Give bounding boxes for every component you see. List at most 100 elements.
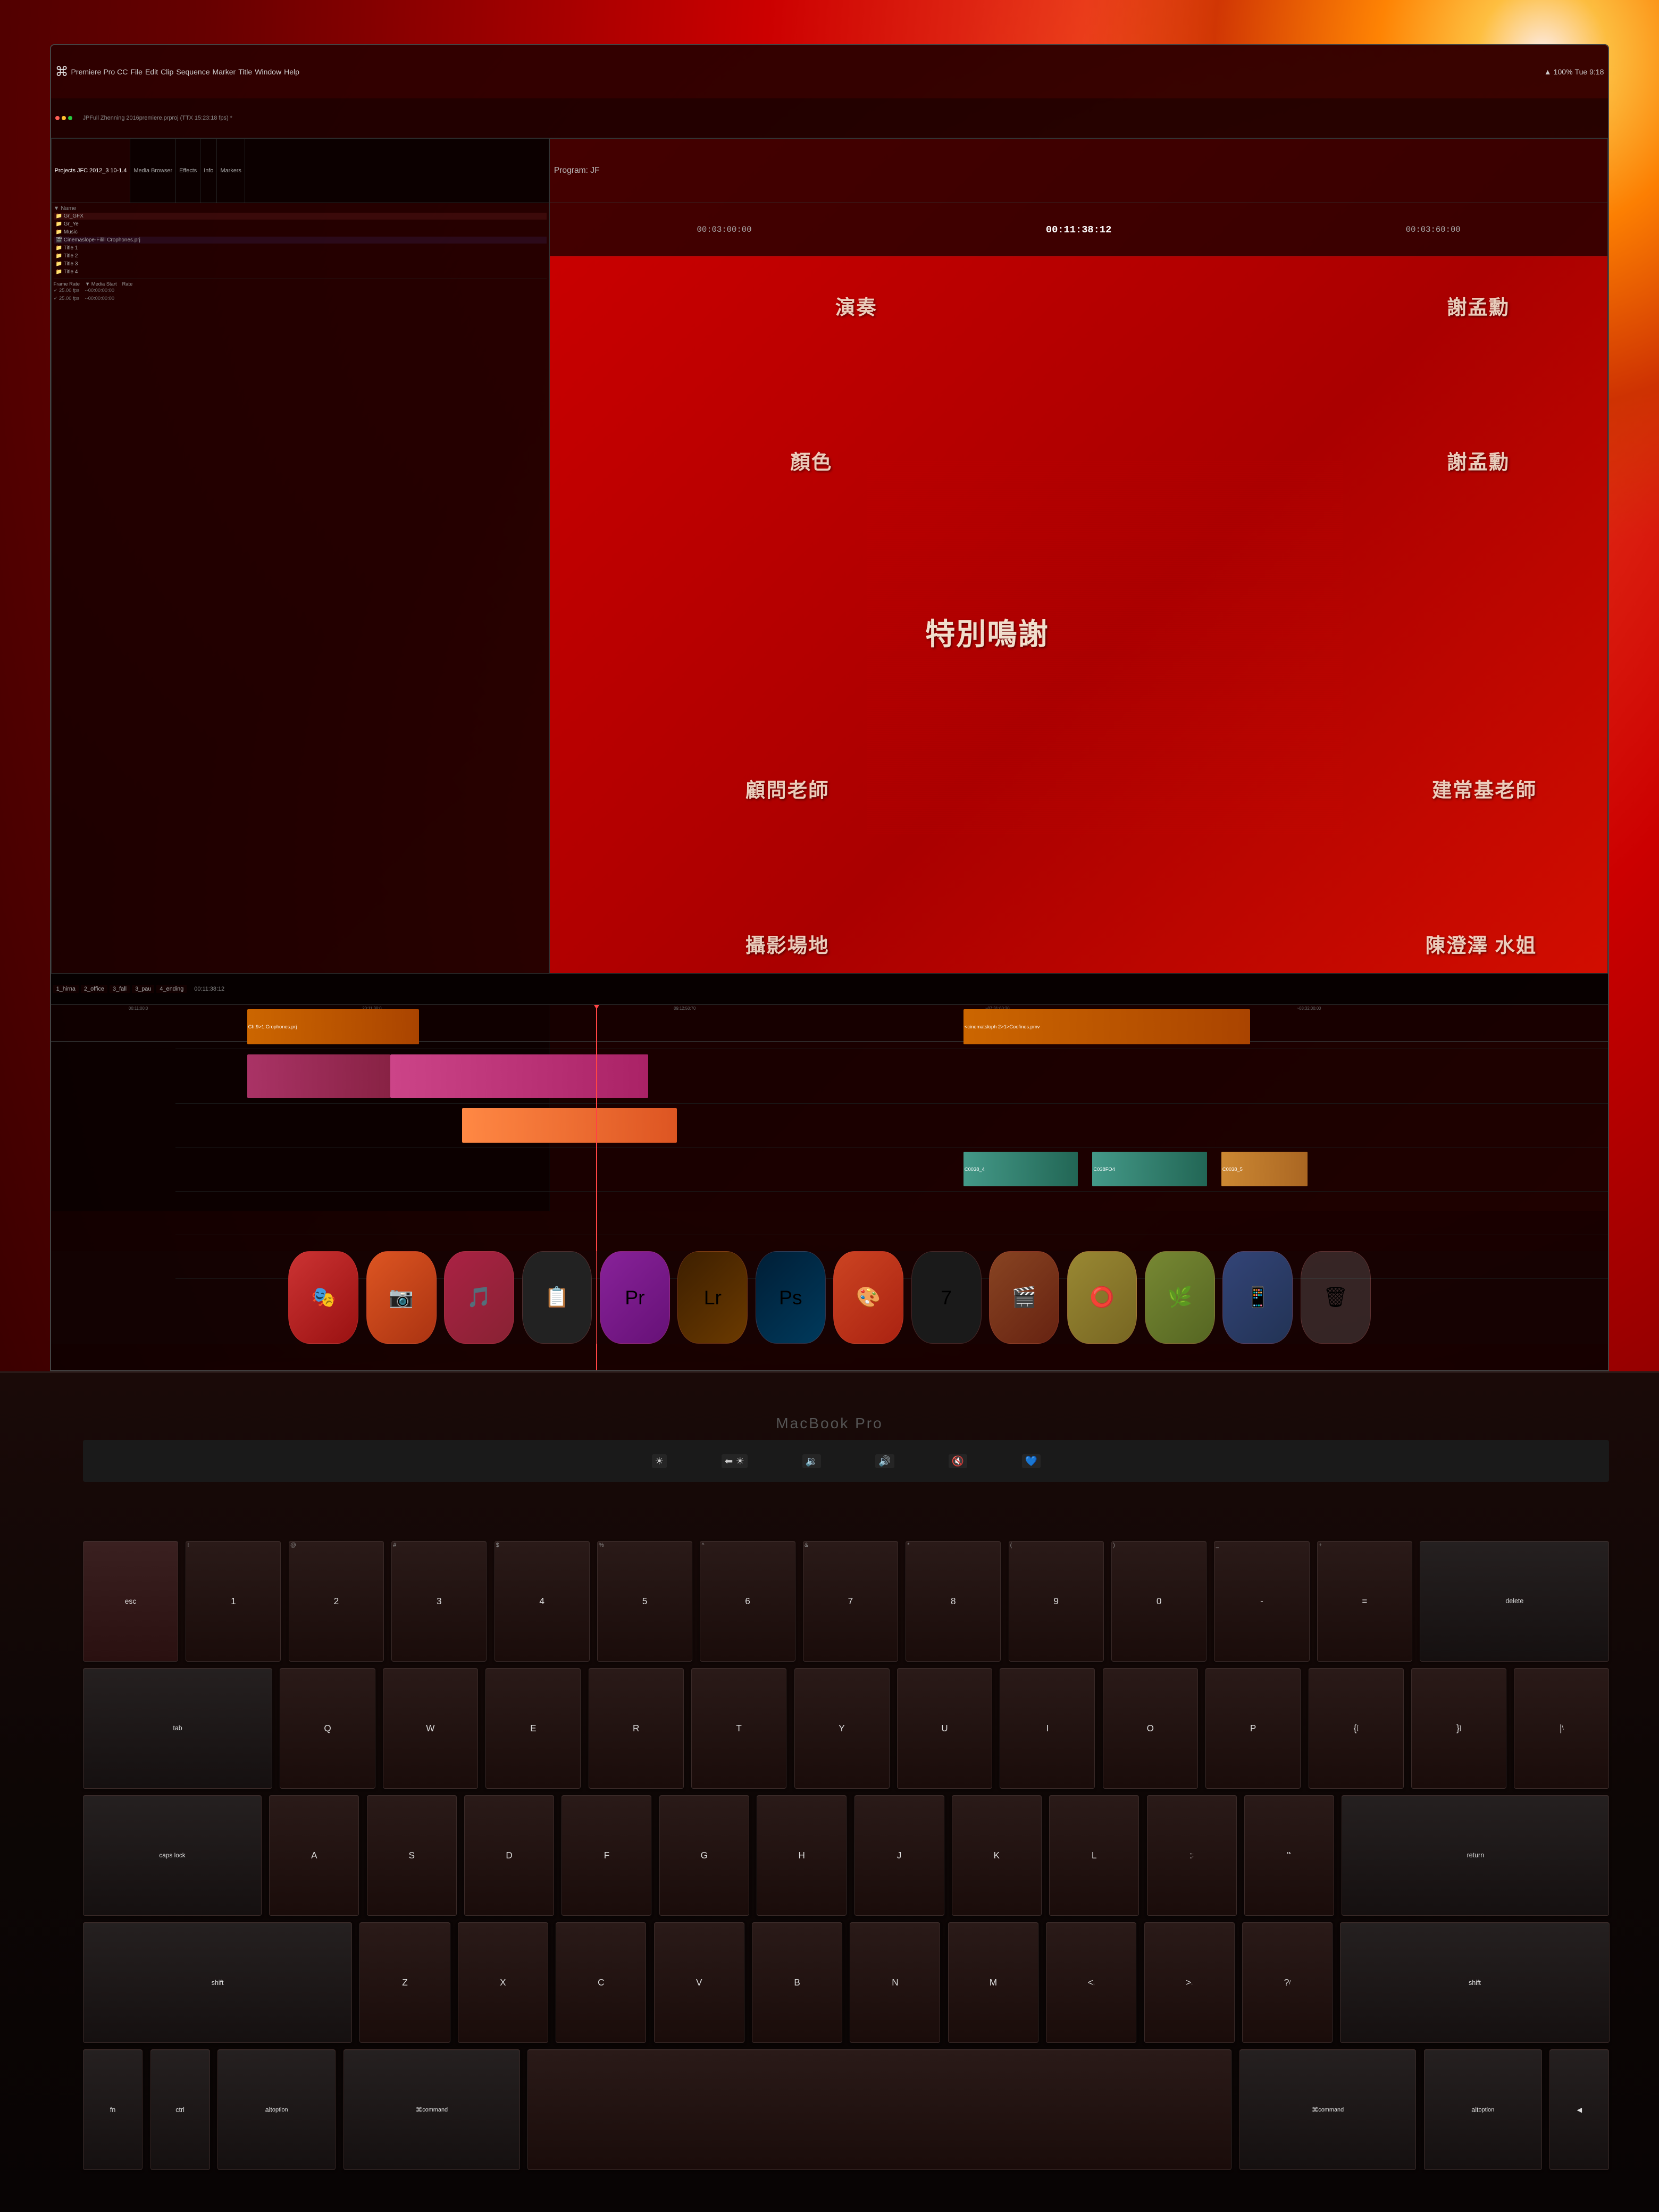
key-k[interactable]: K: [952, 1795, 1042, 1916]
menu-window[interactable]: Window: [255, 68, 281, 76]
key-capslock[interactable]: caps lock: [83, 1795, 262, 1916]
dock-icon-7[interactable]: 🎬: [989, 1251, 1059, 1344]
key-j[interactable]: J: [854, 1795, 944, 1916]
key-p[interactable]: P: [1205, 1668, 1301, 1789]
key-cmd-left[interactable]: ⌘command: [343, 2049, 520, 2170]
key-alt-right[interactable]: altoption: [1424, 2049, 1542, 2170]
menu-title[interactable]: Title: [238, 68, 252, 76]
touchbar-siri[interactable]: 💙: [1022, 1454, 1041, 1468]
key-8[interactable]: * 8: [906, 1541, 1001, 1662]
key-a[interactable]: A: [269, 1795, 359, 1916]
effects-tab[interactable]: Effects: [176, 139, 200, 203]
key-shift-left[interactable]: shift: [83, 1922, 352, 2043]
key-4[interactable]: $ 4: [495, 1541, 590, 1662]
key-3[interactable]: # 3: [391, 1541, 487, 1662]
key-m[interactable]: M: [948, 1922, 1038, 2043]
touchbar-brightness[interactable]: ☀: [652, 1454, 667, 1468]
dock-icon-4[interactable]: 📋: [522, 1251, 592, 1344]
key-t[interactable]: T: [691, 1668, 786, 1789]
timeline-tab-3[interactable]: 3_fall: [110, 985, 130, 993]
key-z[interactable]: Z: [359, 1922, 450, 2043]
key-tab[interactable]: tab: [83, 1668, 272, 1789]
key-backslash[interactable]: |\: [1514, 1668, 1609, 1789]
key-ctrl[interactable]: ctrl: [150, 2049, 210, 2170]
key-q[interactable]: Q: [280, 1668, 375, 1789]
info-tab[interactable]: Info: [200, 139, 217, 203]
key-bracket-open[interactable]: {[: [1309, 1668, 1404, 1789]
key-y[interactable]: Y: [794, 1668, 890, 1789]
touchbar-mute[interactable]: 🔇: [949, 1454, 967, 1468]
menu-file[interactable]: File: [130, 68, 143, 76]
maximize-button[interactable]: [68, 116, 72, 120]
key-space[interactable]: [527, 2049, 1231, 2170]
touchbar-volume-down[interactable]: 🔉: [802, 1454, 821, 1468]
timeline-tab-4[interactable]: 3_pau: [132, 985, 154, 993]
key-v[interactable]: V: [654, 1922, 744, 2043]
dock-icon-pr[interactable]: Pr: [600, 1251, 670, 1344]
key-i[interactable]: I: [1000, 1668, 1095, 1789]
key-return[interactable]: return: [1342, 1795, 1609, 1916]
key-0[interactable]: ) 0: [1111, 1541, 1206, 1662]
key-x[interactable]: X: [458, 1922, 548, 2043]
key-arrow-left[interactable]: ◀: [1549, 2049, 1609, 2170]
key-7[interactable]: & 7: [803, 1541, 898, 1662]
clip-3[interactable]: [390, 1054, 648, 1098]
menu-marker[interactable]: Marker: [213, 68, 236, 76]
key-cmd-right[interactable]: ⌘command: [1239, 2049, 1416, 2170]
key-delete[interactable]: delete: [1420, 1541, 1609, 1662]
key-d[interactable]: D: [464, 1795, 554, 1916]
media-browser-tab[interactable]: Media Browser: [130, 139, 176, 203]
key-esc[interactable]: esc: [83, 1541, 178, 1662]
timeline-tab-2[interactable]: 2_office: [81, 985, 107, 993]
key-h[interactable]: H: [757, 1795, 847, 1916]
key-5[interactable]: % 5: [597, 1541, 692, 1662]
key-c[interactable]: C: [556, 1922, 646, 2043]
key-e[interactable]: E: [485, 1668, 581, 1789]
key-equals[interactable]: + =: [1317, 1541, 1412, 1662]
key-semicolon[interactable]: :;: [1147, 1795, 1237, 1916]
key-fn[interactable]: fn: [83, 2049, 143, 2170]
menu-edit[interactable]: Edit: [145, 68, 158, 76]
dock-icon-11[interactable]: 🗑: [1301, 1251, 1371, 1344]
dock-icon-lr[interactable]: Lr: [677, 1251, 748, 1344]
dock-icon-10[interactable]: 📱: [1222, 1251, 1293, 1344]
close-button[interactable]: [55, 116, 60, 120]
key-shift-right[interactable]: shift: [1340, 1922, 1609, 2043]
dock-icon-8[interactable]: ⭕: [1067, 1251, 1137, 1344]
key-1[interactable]: ! 1: [186, 1541, 281, 1662]
key-alt-left[interactable]: altoption: [217, 2049, 336, 2170]
key-r[interactable]: R: [589, 1668, 684, 1789]
key-n[interactable]: N: [850, 1922, 940, 2043]
key-s[interactable]: S: [367, 1795, 457, 1916]
key-9[interactable]: ( 9: [1009, 1541, 1104, 1662]
timeline-tab-1[interactable]: 1_hirna: [53, 985, 79, 993]
key-o[interactable]: O: [1103, 1668, 1198, 1789]
project-tab[interactable]: Projects JFC 2012_3 10-1.4: [52, 139, 131, 203]
touchbar-volume-up[interactable]: 🔊: [875, 1454, 894, 1468]
dock-icon-5[interactable]: 🎨: [833, 1251, 903, 1344]
dock-icon-ps[interactable]: Ps: [756, 1251, 826, 1344]
markers-tab[interactable]: Markers: [217, 139, 245, 203]
dock-icon-6[interactable]: 7: [911, 1251, 982, 1344]
dock-icon-1[interactable]: 🎭: [288, 1251, 358, 1344]
dock-icon-9[interactable]: 🌿: [1145, 1251, 1215, 1344]
key-comma[interactable]: <,: [1046, 1922, 1136, 2043]
key-b[interactable]: B: [752, 1922, 842, 2043]
key-6[interactable]: ^ 6: [700, 1541, 795, 1662]
clip-8[interactable]: C0038_5: [1221, 1152, 1308, 1186]
key-g[interactable]: G: [659, 1795, 749, 1916]
timeline-tab-5[interactable]: 4_ending: [156, 985, 187, 993]
clip-6[interactable]: C0038_4: [963, 1152, 1078, 1186]
key-u[interactable]: U: [897, 1668, 992, 1789]
minimize-button[interactable]: [62, 116, 66, 120]
clip-1[interactable]: Ch:9>1:Crophones.prj: [247, 1009, 419, 1044]
menu-clip[interactable]: Clip: [161, 68, 173, 76]
key-l[interactable]: L: [1049, 1795, 1139, 1916]
menu-sequence[interactable]: Sequence: [176, 68, 210, 76]
key-f[interactable]: F: [562, 1795, 651, 1916]
clip-5[interactable]: [462, 1108, 677, 1143]
dock-icon-3[interactable]: 🎵: [444, 1251, 514, 1344]
menu-help[interactable]: Help: [284, 68, 299, 76]
key-2[interactable]: @ 2: [289, 1541, 384, 1662]
dock-icon-2[interactable]: 📷: [366, 1251, 437, 1344]
